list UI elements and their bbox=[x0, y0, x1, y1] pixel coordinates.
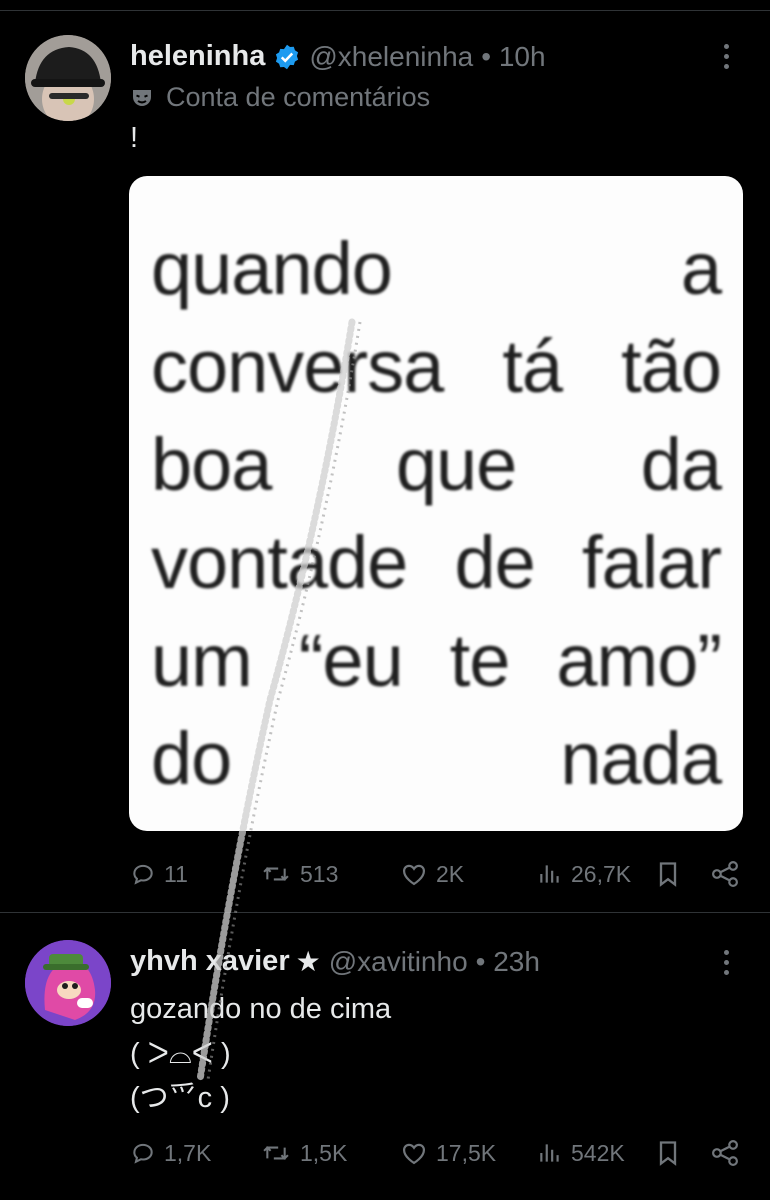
avatar[interactable] bbox=[25, 35, 111, 121]
reply-count: 1,7K bbox=[164, 1139, 212, 1166]
tweet-text-line: ( ᐳ⌓ᐸ ) bbox=[130, 1038, 231, 1070]
timestamp[interactable]: • 23h bbox=[476, 946, 540, 978]
verified-icon bbox=[273, 43, 301, 71]
share-icon bbox=[712, 861, 738, 887]
top-divider bbox=[0, 10, 770, 11]
tweet-actions: 1,7K 1,5K 17,5K 542K bbox=[130, 1133, 744, 1173]
bookmark-icon bbox=[659, 1141, 677, 1166]
bookmark-icon bbox=[659, 862, 677, 887]
reply-icon bbox=[133, 1143, 153, 1164]
like-button[interactable]: 2K bbox=[400, 861, 464, 888]
tweet-text-line: gozando no de cima bbox=[130, 993, 392, 1025]
repost-icon bbox=[263, 867, 289, 881]
repost-button[interactable]: 1,5K bbox=[260, 1140, 347, 1167]
views-count: 542K bbox=[571, 1139, 625, 1166]
like-icon bbox=[402, 1143, 426, 1165]
repost-icon bbox=[263, 1146, 289, 1160]
timestamp[interactable]: • 10h bbox=[481, 41, 545, 73]
like-button[interactable]: 17,5K bbox=[400, 1140, 496, 1167]
mask-icon bbox=[133, 89, 151, 106]
author-name[interactable]: yhvh xavier bbox=[130, 945, 290, 978]
share-button[interactable] bbox=[710, 1139, 748, 1167]
reply-button[interactable]: 11 bbox=[130, 861, 188, 888]
tweet-text: ! bbox=[130, 122, 139, 154]
author-handle[interactable]: @xheleninha bbox=[309, 41, 473, 73]
repost-count: 1,5K bbox=[300, 1139, 348, 1166]
more-icon[interactable] bbox=[721, 950, 731, 975]
more-icon[interactable] bbox=[721, 44, 731, 69]
author-handle[interactable]: @xavitinho bbox=[329, 946, 468, 978]
views-button[interactable]: 542K bbox=[537, 1140, 625, 1167]
repost-count: 513 bbox=[300, 860, 339, 887]
tweet-image[interactable]: quando a conversa tá tão boa que da vontade de… bbox=[129, 176, 743, 831]
views-count: 26,7K bbox=[571, 860, 632, 887]
star-emoji: ★ bbox=[295, 946, 321, 977]
reply-count: 11 bbox=[164, 860, 188, 887]
like-count: 17,5K bbox=[436, 1139, 497, 1166]
like-icon bbox=[402, 864, 426, 886]
account-label: Conta de comentários bbox=[130, 82, 430, 113]
reply-icon bbox=[133, 864, 153, 885]
views-button[interactable]: 26,7K bbox=[537, 861, 631, 888]
reply-button[interactable]: 1,7K bbox=[130, 1140, 211, 1167]
tweet-divider bbox=[0, 912, 770, 913]
repost-button[interactable]: 513 bbox=[260, 861, 338, 888]
views-icon bbox=[540, 865, 559, 883]
share-button[interactable] bbox=[710, 860, 748, 888]
tweet-text-line: (つ⺤c ) bbox=[130, 1082, 230, 1114]
like-count: 2K bbox=[436, 860, 465, 887]
views-icon bbox=[540, 1144, 559, 1162]
author-name[interactable]: heleninha bbox=[130, 40, 265, 73]
tweet-actions: 11 513 2K 26,7K bbox=[130, 854, 744, 894]
account-label-text: Conta de comentários bbox=[166, 82, 431, 112]
avatar[interactable] bbox=[25, 940, 111, 1026]
share-icon bbox=[712, 1140, 738, 1166]
bookmark-button[interactable] bbox=[656, 860, 688, 888]
bookmark-button[interactable] bbox=[656, 1139, 688, 1167]
